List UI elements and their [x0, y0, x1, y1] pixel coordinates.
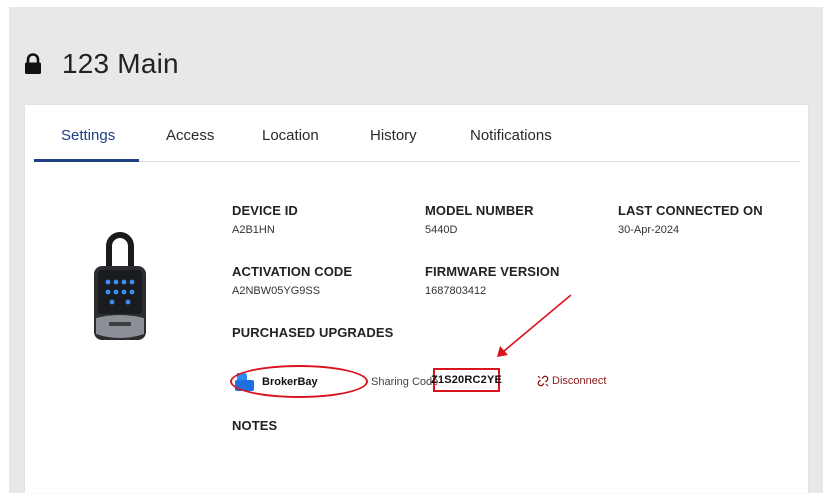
model-number-value: 5440D	[425, 224, 458, 236]
last-connected-value: 30-Apr-2024	[618, 224, 680, 236]
annotation-ellipse	[230, 365, 368, 398]
disconnect-button[interactable]: Disconnect	[537, 375, 606, 387]
purchased-upgrades-heading: PURCHASED UPGRADES	[232, 325, 394, 340]
disconnect-label: Disconnect	[552, 375, 607, 387]
notes-heading: NOTES	[232, 418, 278, 433]
tab-bar: Settings Access Location History Notific…	[34, 105, 800, 162]
page-title: 123 Main	[62, 48, 179, 79]
firmware-version-label: FIRMWARE VERSION	[425, 264, 560, 279]
activation-code-value: A2NBW05YG9SS	[232, 285, 321, 297]
tab-notifications[interactable]: Notifications	[470, 127, 552, 162]
model-number-label: MODEL NUMBER	[425, 203, 534, 218]
sharing-code-value: Z1S20RC2YE	[430, 374, 503, 386]
tab-location[interactable]: Location	[262, 127, 319, 162]
tab-history[interactable]: History	[370, 127, 417, 162]
lockbox-device-image	[94, 232, 146, 340]
sharing-code-highlight: Z1S20RC2YE	[430, 368, 503, 392]
last-connected-field: LAST CONNECTED ON 30-Apr-2024	[618, 203, 763, 236]
purchased-upgrades-section: PURCHASED UPGRADES	[232, 325, 393, 340]
tab-settings[interactable]: Settings	[61, 127, 115, 162]
activation-code-label: ACTIVATION CODE	[232, 264, 353, 279]
lock-icon	[25, 53, 41, 74]
firmware-version-value: 1687803412	[425, 285, 487, 297]
device-id-label: DEVICE ID	[232, 203, 298, 218]
unlink-icon	[537, 375, 549, 387]
device-card: Settings Access Location History Notific…	[25, 105, 808, 493]
active-tab-indicator	[34, 159, 139, 162]
firmware-version-field: FIRMWARE VERSION 1687803412	[425, 264, 560, 297]
sharing-code-label: Sharing Code	[371, 376, 439, 388]
model-number-field: MODEL NUMBER 5440D	[425, 203, 534, 236]
page-header: 123 Main	[24, 44, 179, 84]
device-id-field: DEVICE ID A2B1HN	[232, 203, 298, 236]
activation-code-field: ACTIVATION CODE A2NBW05YG9SS	[232, 264, 352, 297]
device-id-value: A2B1HN	[232, 224, 275, 236]
last-connected-label: LAST CONNECTED ON	[618, 203, 763, 218]
notes-section: NOTES	[232, 418, 277, 433]
upgrade-row: BrokerBay Sharing Code Z1S20RC2YE Discon…	[230, 365, 800, 401]
tab-access[interactable]: Access	[166, 127, 214, 162]
